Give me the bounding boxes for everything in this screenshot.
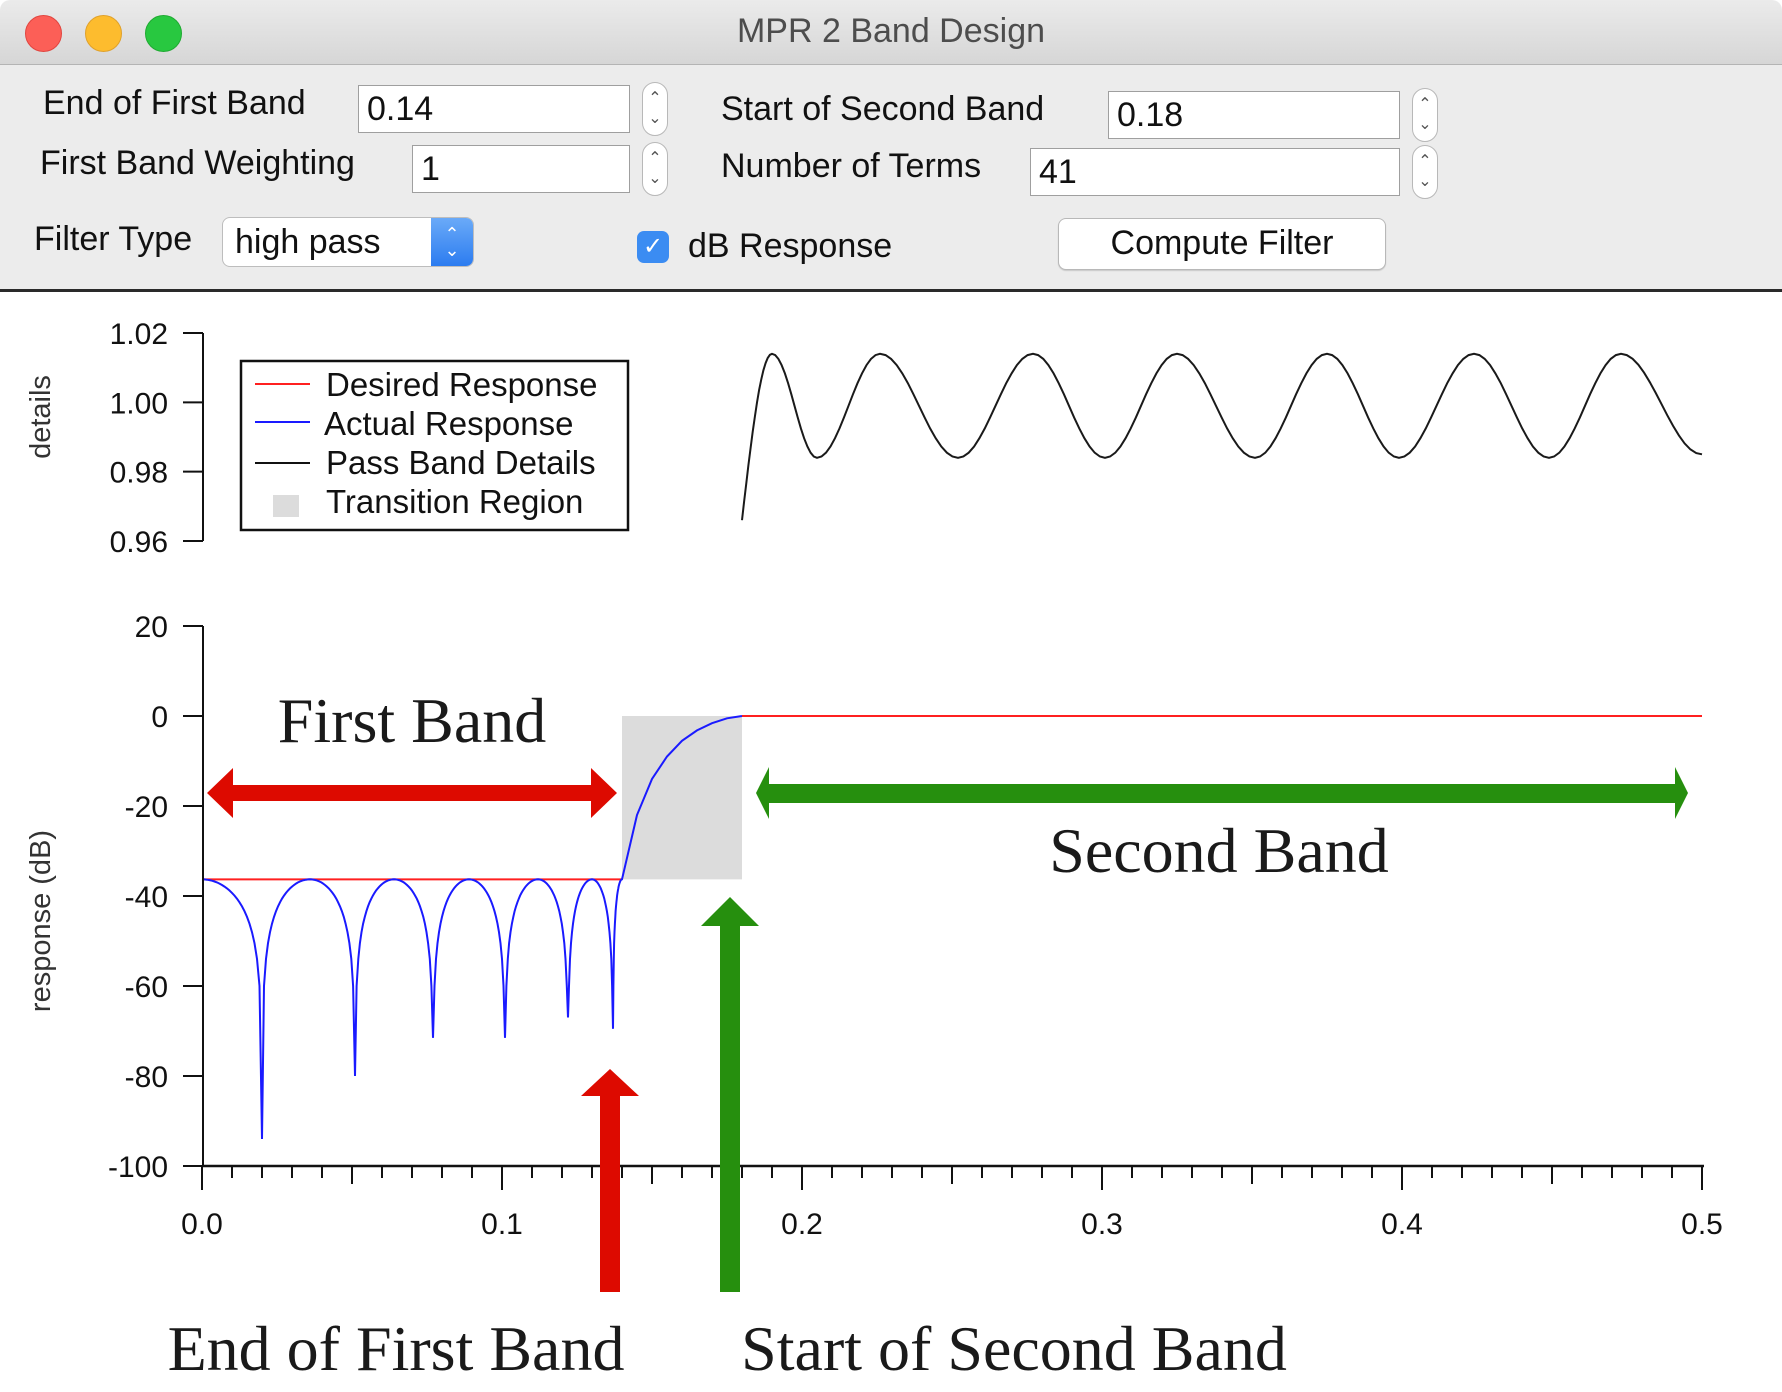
end-first-band-annotation: End of First Band [168, 1313, 625, 1384]
details-y-tick-label: 0.98 [110, 457, 168, 490]
response-x-ticks: 0.0 0.1 0.2 0.3 0.4 0.5 [181, 1166, 1723, 1241]
db-response-checkbox[interactable]: ✓ [637, 231, 669, 263]
annotations: First Band Second Band End of First Band… [168, 685, 1688, 1384]
legend-label-actual: Actual Response [324, 405, 573, 442]
response-y-tick-label: 0 [151, 701, 168, 734]
filter-type-select[interactable]: high pass ⌃ ⌄ [222, 217, 474, 267]
first-band-double-arrow [207, 768, 617, 818]
legend: Desired Response Actual Response Pass Ba… [239, 359, 630, 532]
number-of-terms-stepper[interactable]: ⌃ ⌄ [1412, 145, 1438, 199]
response-y-tick-label: -20 [125, 791, 168, 824]
start-second-band-input[interactable]: 0.18 [1108, 91, 1400, 139]
response-y-tick-label: -80 [125, 1061, 168, 1094]
end-first-band-stepper[interactable]: ⌃ ⌄ [642, 82, 668, 136]
stepper-up-icon[interactable]: ⌃ [648, 149, 661, 169]
filter-type-label: Filter Type [34, 220, 193, 258]
legend-label-desired: Desired Response [326, 366, 597, 403]
legend-swatch-transition [273, 495, 299, 517]
details-plot: details 1.02 1.00 0.98 0.96 Desired Respons… [25, 318, 1703, 559]
details-y-tick-label: 1.02 [110, 318, 168, 351]
response-y-tick-label: -60 [125, 971, 168, 1004]
stepper-down-icon[interactable]: ⌄ [1418, 172, 1431, 192]
title-bar: MPR 2 Band Design [0, 0, 1782, 65]
end-first-band-arrow [581, 1069, 639, 1292]
response-x-tick-label: 0.5 [1681, 1208, 1723, 1241]
start-second-band-arrow [701, 897, 759, 1292]
db-response-label: dB Response [688, 227, 893, 265]
first-band-weighting-stepper[interactable]: ⌃ ⌄ [642, 142, 668, 196]
control-panel: End of First Band 0.14 ⌃ ⌄ First Band Wei… [0, 65, 1782, 292]
response-y-tick-label: -40 [125, 881, 168, 914]
stepper-up-icon[interactable]: ⌃ [1418, 152, 1431, 172]
first-band-weighting-label: First Band Weighting [40, 144, 355, 182]
end-first-band-input[interactable]: 0.14 [358, 85, 630, 133]
chart-area: details 1.02 1.00 0.98 0.96 Desired Respons… [25, 318, 1723, 1384]
number-of-terms-input[interactable]: 41 [1030, 148, 1400, 196]
response-x-tick-label: 0.3 [1081, 1208, 1123, 1241]
stepper-down-icon[interactable]: ⌄ [1418, 115, 1431, 135]
legend-label-details: Pass Band Details [326, 444, 596, 481]
stepper-down-icon[interactable]: ⌄ [648, 109, 661, 129]
window-title: MPR 2 Band Design [736, 12, 1046, 50]
end-first-band-label: End of First Band [43, 84, 306, 122]
number-of-terms-label: Number of Terms [721, 147, 982, 185]
checkmark-icon: ✓ [642, 233, 664, 260]
response-y-axis-label: response (dB) [25, 830, 57, 1012]
filter-type-value: high pass [235, 223, 381, 261]
response-y-tick-label: -100 [108, 1151, 168, 1184]
legend-label-transition: Transition Region [326, 483, 583, 520]
details-y-axis-label: details [25, 375, 57, 459]
stepper-up-icon[interactable]: ⌃ [1418, 95, 1431, 115]
response-y-ticks: 20 0 -20 -40 -60 -80 -100 [108, 611, 203, 1184]
response-x-tick-label: 0.4 [1381, 1208, 1423, 1241]
second-band-annotation: Second Band [1049, 815, 1389, 886]
select-chevron-icon: ⌃ ⌄ [431, 218, 473, 266]
stepper-down-icon[interactable]: ⌄ [648, 169, 661, 189]
pass-band-details-line [741, 352, 1703, 521]
response-x-tick-label: 0.1 [481, 1208, 523, 1241]
response-x-tick-label: 0.2 [781, 1208, 823, 1241]
details-y-tick-label: 1.00 [110, 387, 168, 420]
start-second-band-stepper[interactable]: ⌃ ⌄ [1412, 88, 1438, 142]
details-y-ticks: 1.02 1.00 0.98 0.96 [110, 318, 203, 559]
stepper-up-icon[interactable]: ⌃ [648, 89, 661, 109]
response-x-tick-label: 0.0 [181, 1208, 223, 1241]
first-band-weighting-input[interactable]: 1 [412, 145, 630, 193]
second-band-double-arrow [756, 767, 1688, 819]
start-second-band-annotation: Start of Second Band [741, 1313, 1287, 1384]
start-second-band-label: Start of Second Band [721, 90, 1045, 128]
details-y-tick-label: 0.96 [110, 526, 168, 559]
first-band-annotation: First Band [278, 685, 546, 756]
response-y-tick-label: 20 [135, 611, 168, 644]
compute-filter-button[interactable]: Compute Filter [1058, 218, 1386, 270]
